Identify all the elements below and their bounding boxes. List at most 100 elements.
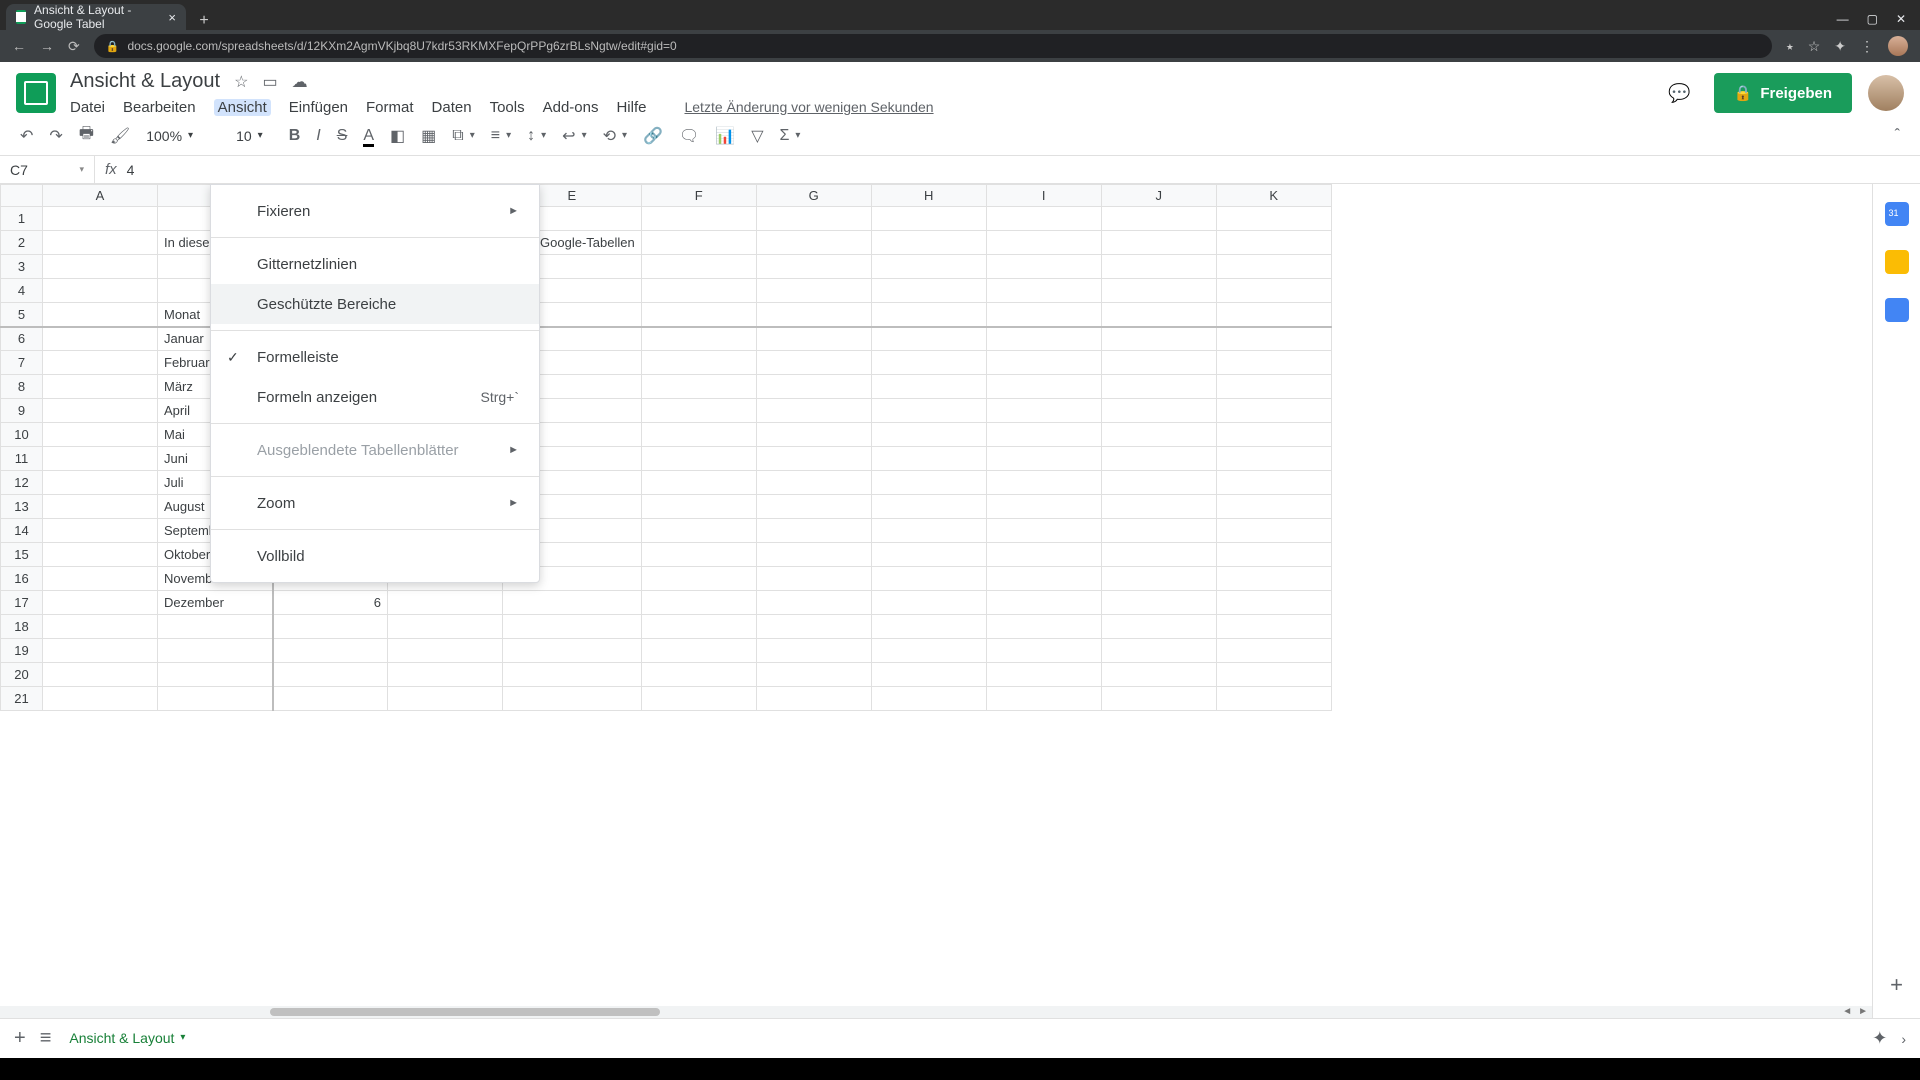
cell[interactable] <box>43 591 158 615</box>
last-edit-link[interactable]: Letzte Änderung vor wenigen Sekunden <box>684 99 933 115</box>
menu-daten[interactable]: Daten <box>432 99 472 116</box>
cell[interactable] <box>641 303 756 327</box>
cell[interactable] <box>986 423 1101 447</box>
menu-addons[interactable]: Add-ons <box>543 99 599 116</box>
add-sheet-icon[interactable]: + <box>14 1027 26 1050</box>
cell[interactable] <box>1101 471 1216 495</box>
cell[interactable] <box>1216 639 1331 663</box>
back-icon[interactable]: ← <box>12 38 26 54</box>
cell[interactable] <box>641 591 756 615</box>
row-header[interactable]: 3 <box>1 255 43 279</box>
menu-item[interactable]: Fixieren► <box>211 191 539 231</box>
cell[interactable] <box>1101 327 1216 351</box>
cell[interactable] <box>641 231 756 255</box>
cell[interactable] <box>641 519 756 543</box>
row-header[interactable]: 7 <box>1 351 43 375</box>
cell[interactable] <box>871 663 986 687</box>
cell[interactable] <box>503 687 642 711</box>
reload-icon[interactable]: ⟳ <box>68 38 80 55</box>
menu-bearbeiten[interactable]: Bearbeiten <box>123 99 196 116</box>
wrap-icon[interactable]: ↩▾ <box>562 126 586 146</box>
cell[interactable] <box>1216 591 1331 615</box>
cell[interactable] <box>986 543 1101 567</box>
menu-dots-icon[interactable]: ⋮ <box>1860 38 1874 55</box>
scroll-right-icon[interactable]: ► <box>1858 1006 1868 1017</box>
cell[interactable] <box>158 687 273 711</box>
cell[interactable] <box>273 639 388 663</box>
cell[interactable]: Dezember <box>158 591 273 615</box>
cell[interactable] <box>1216 231 1331 255</box>
cell[interactable] <box>986 207 1101 231</box>
formula-input[interactable]: 4 <box>127 162 135 178</box>
cell[interactable] <box>986 495 1101 519</box>
add-addon-icon[interactable]: + <box>1890 972 1903 998</box>
cell[interactable] <box>43 399 158 423</box>
cell[interactable] <box>1101 639 1216 663</box>
cell[interactable] <box>1216 663 1331 687</box>
name-box[interactable]: C7 ▾ <box>0 156 95 183</box>
menu-format[interactable]: Format <box>366 99 414 116</box>
cell[interactable] <box>43 351 158 375</box>
cell[interactable] <box>158 639 273 663</box>
cell[interactable] <box>43 567 158 591</box>
all-sheets-icon[interactable]: ≡ <box>40 1027 52 1050</box>
cell[interactable] <box>1216 279 1331 303</box>
cell[interactable] <box>43 615 158 639</box>
bookmark-icon[interactable]: ☆ <box>1808 38 1821 55</box>
cell[interactable] <box>986 279 1101 303</box>
extensions-icon[interactable]: ✦ <box>1834 38 1846 55</box>
row-header[interactable]: 9 <box>1 399 43 423</box>
cell[interactable] <box>1101 303 1216 327</box>
cell[interactable] <box>43 495 158 519</box>
cell[interactable] <box>756 279 871 303</box>
expand-side-icon[interactable]: › <box>1901 1031 1906 1047</box>
cell[interactable] <box>756 423 871 447</box>
cell[interactable] <box>756 303 871 327</box>
forward-icon[interactable]: → <box>40 38 54 54</box>
row-header[interactable]: 17 <box>1 591 43 615</box>
undo-icon[interactable]: ↶ <box>20 126 33 146</box>
cell[interactable] <box>1216 399 1331 423</box>
cell[interactable] <box>871 351 986 375</box>
cell[interactable] <box>756 519 871 543</box>
cell[interactable] <box>1101 399 1216 423</box>
cell[interactable] <box>43 519 158 543</box>
cell[interactable] <box>986 687 1101 711</box>
cell[interactable] <box>756 639 871 663</box>
scrollbar-thumb[interactable] <box>270 1008 660 1016</box>
browser-profile-avatar[interactable] <box>1888 36 1908 56</box>
cell[interactable] <box>871 471 986 495</box>
chart-icon[interactable]: 📊 <box>715 126 735 146</box>
cell[interactable] <box>1216 303 1331 327</box>
cell[interactable] <box>43 423 158 447</box>
horizontal-scrollbar[interactable]: ◄► <box>0 1006 1872 1018</box>
cell[interactable] <box>273 663 388 687</box>
explore-icon[interactable]: ✦ <box>1872 1028 1887 1049</box>
cell[interactable] <box>986 327 1101 351</box>
cell[interactable] <box>1216 375 1331 399</box>
cell[interactable] <box>1216 327 1331 351</box>
col-header[interactable]: J <box>1101 185 1216 207</box>
cell[interactable] <box>986 231 1101 255</box>
star-icon[interactable]: ☆ <box>234 72 248 92</box>
cell[interactable] <box>1101 423 1216 447</box>
cell[interactable] <box>641 615 756 639</box>
bold-icon[interactable]: B <box>289 127 301 145</box>
filter-icon[interactable]: ▽ <box>751 126 763 146</box>
cell[interactable] <box>641 447 756 471</box>
cell[interactable] <box>871 279 986 303</box>
col-header[interactable]: K <box>1216 185 1331 207</box>
valign-icon[interactable]: ↕▾ <box>527 127 546 145</box>
cell[interactable] <box>871 543 986 567</box>
cell[interactable] <box>756 495 871 519</box>
cloud-status-icon[interactable]: ☁ <box>292 72 308 92</box>
cell[interactable] <box>641 639 756 663</box>
user-avatar[interactable] <box>1868 75 1904 111</box>
cell[interactable] <box>43 543 158 567</box>
cell[interactable] <box>1216 207 1331 231</box>
cell[interactable] <box>503 639 642 663</box>
cell[interactable] <box>1101 207 1216 231</box>
share-button[interactable]: 🔒 Freigeben <box>1714 73 1852 113</box>
cell[interactable] <box>641 375 756 399</box>
cell[interactable] <box>641 495 756 519</box>
